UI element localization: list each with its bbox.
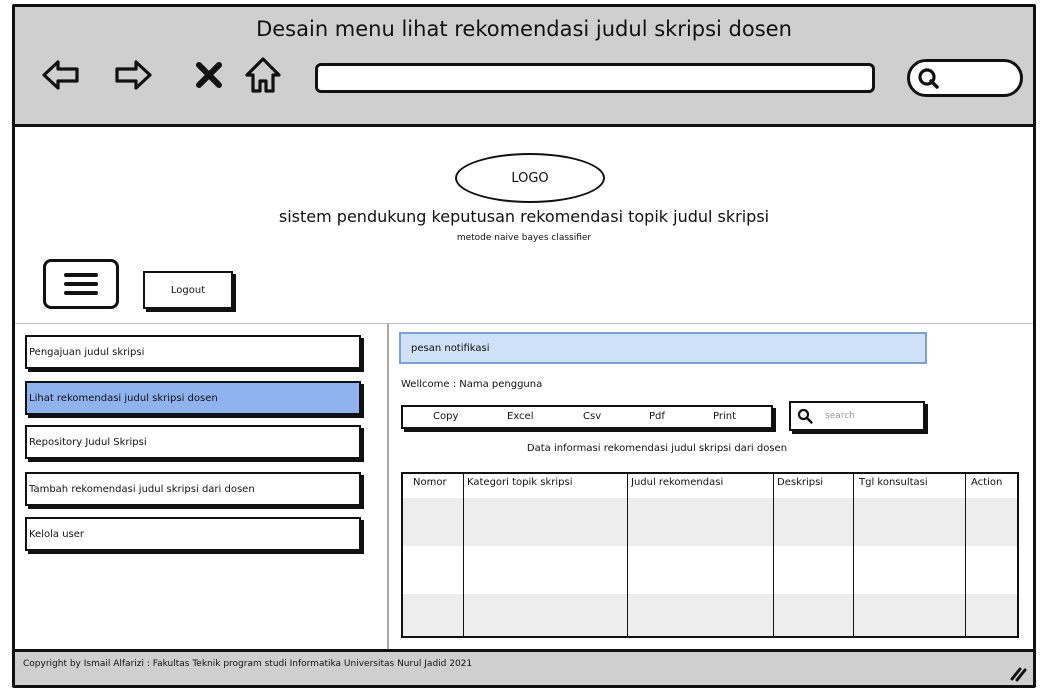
notification-banner: pesan notifikasi — [399, 332, 927, 364]
hamburger-icon — [64, 273, 98, 277]
window-title: Desain menu lihat rekomendasi judul skri… — [256, 17, 792, 41]
column-header-judul[interactable]: Judul rekomendasi — [631, 477, 773, 488]
back-arrow-icon[interactable] — [41, 55, 81, 95]
close-x-icon[interactable] — [193, 59, 225, 91]
excel-button[interactable]: Excel — [507, 411, 534, 422]
copy-button[interactable]: Copy — [433, 411, 458, 422]
browser-toolbar: Desain menu lihat rekomendasi judul skri… — [15, 7, 1033, 127]
table-caption: Data informasi rekomendasi judul skripsi… — [526, 443, 788, 454]
app-subtitle: metode naive bayes classifier — [456, 233, 592, 243]
column-header-kategori[interactable]: Kategori topik skripsi — [467, 477, 627, 488]
table-row — [403, 498, 1017, 546]
browser-search-box[interactable] — [907, 59, 1023, 97]
address-bar[interactable] — [315, 63, 875, 93]
home-icon[interactable] — [243, 55, 283, 95]
menu-toggle-button[interactable] — [43, 259, 119, 309]
forward-arrow-icon[interactable] — [113, 55, 153, 95]
resize-grip-icon[interactable] — [1009, 664, 1027, 682]
print-button[interactable]: Print — [713, 411, 736, 422]
sidebar-item-lihat-rekomendasi[interactable]: Lihat rekomendasi judul skripsi dosen — [25, 381, 361, 415]
data-table: Nomor Kategori topik skripsi Judul rekom… — [401, 472, 1019, 638]
sidebar-item-repository[interactable]: Repository Judul Skripsi — [25, 425, 361, 459]
table-search-input[interactable]: search — [789, 401, 925, 431]
footer: Copyright by Ismail Alfarizi : Fakultas … — [15, 649, 1033, 685]
column-header-nomor[interactable]: Nomor — [413, 477, 463, 488]
pdf-button[interactable]: Pdf — [649, 411, 665, 422]
copyright-text: Copyright by Ismail Alfarizi : Fakultas … — [23, 659, 473, 669]
csv-button[interactable]: Csv — [583, 411, 601, 422]
table-row — [403, 594, 1017, 636]
search-icon — [918, 68, 939, 89]
app-title: sistem pendukung keputusan rekomendasi t… — [278, 207, 770, 226]
column-header-tgl-konsultasi[interactable]: Tgl konsultasi — [859, 477, 965, 488]
sidebar-item-tambah-rekomendasi[interactable]: Tambah rekomendasi judul skripsi dari do… — [25, 472, 361, 506]
search-placeholder: search — [825, 411, 855, 421]
table-header: Nomor Kategori topik skripsi Judul rekom… — [403, 474, 1017, 494]
divider — [15, 323, 1033, 324]
sidebar-divider — [387, 323, 389, 649]
export-toolbar: Copy Excel Csv Pdf Print — [401, 405, 773, 429]
column-header-deskripsi[interactable]: Deskripsi — [777, 477, 853, 488]
column-header-action[interactable]: Action — [971, 477, 1017, 488]
welcome-text: Wellcome : Nama pengguna — [401, 379, 543, 390]
search-icon — [797, 408, 813, 424]
logout-button[interactable]: Logout — [143, 271, 233, 309]
logo: LOGO — [455, 153, 605, 203]
app-window: Desain menu lihat rekomendasi judul skri… — [12, 4, 1036, 688]
sidebar-item-pengajuan[interactable]: Pengajuan judul skripsi — [25, 335, 361, 369]
sidebar-item-kelola-user[interactable]: Kelola user — [25, 517, 361, 551]
